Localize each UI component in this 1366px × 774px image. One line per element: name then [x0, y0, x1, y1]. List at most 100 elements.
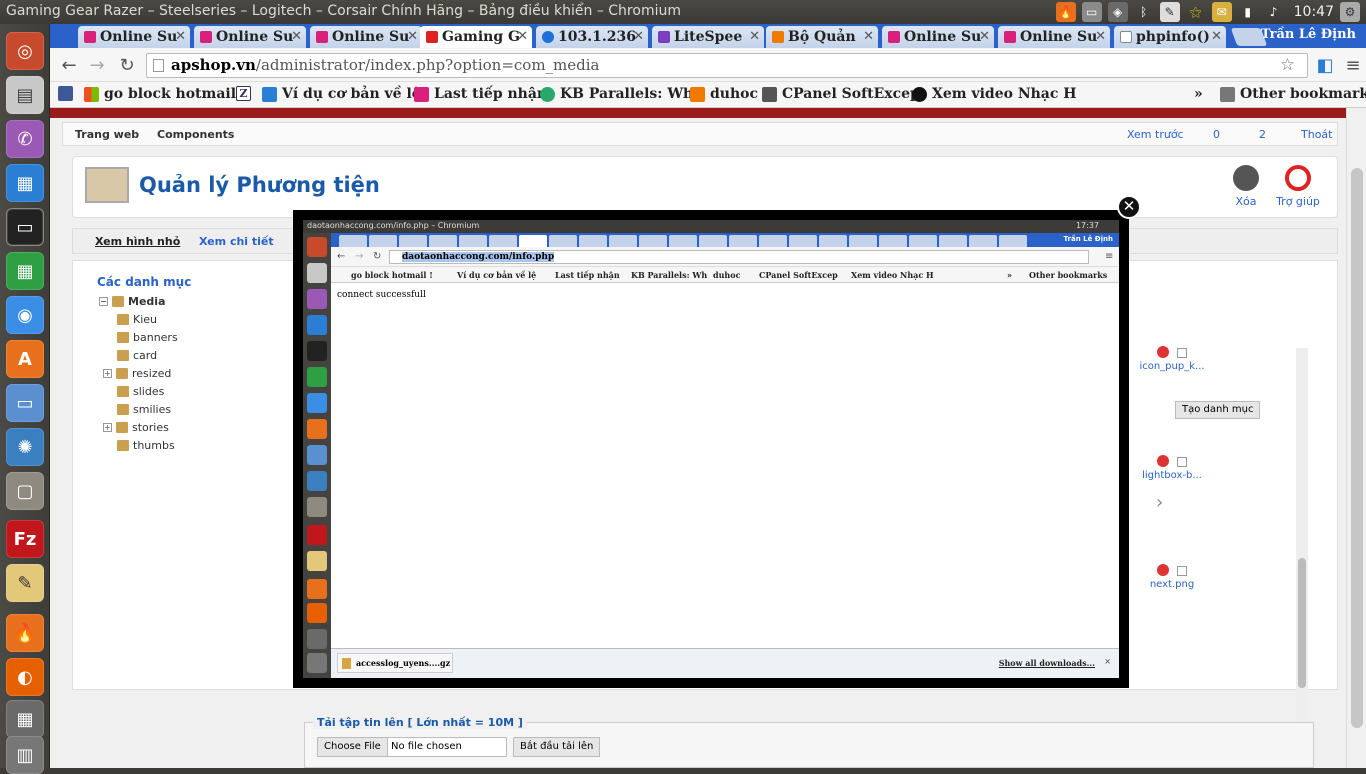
terminal-icon[interactable]: ▭	[6, 208, 44, 246]
help-button[interactable]: Trợ giúp	[1273, 165, 1323, 208]
tab-7[interactable]: Bộ Quản ✕	[766, 26, 878, 48]
close-icon[interactable]: ✕	[1211, 26, 1222, 48]
select-checkbox[interactable]	[1177, 566, 1187, 576]
menu-item-components[interactable]: Components	[157, 128, 234, 141]
file-item[interactable]: icon_pup_k...	[1122, 346, 1222, 372]
gear-icon[interactable]: ⚙	[1340, 2, 1360, 22]
network-icon[interactable]: ◈	[1107, 2, 1128, 22]
bookmarks-overflow[interactable]: »	[1194, 86, 1203, 102]
star-icon[interactable]: ☆	[1280, 54, 1295, 77]
start-upload-button[interactable]: Bắt đầu tải lên	[513, 737, 601, 757]
preview-link[interactable]: Xem trước	[1127, 128, 1184, 141]
text-editor-icon[interactable]: ✎	[6, 564, 44, 602]
other-bookmarks[interactable]: Other bookmarks	[1220, 86, 1366, 102]
menu-item-site[interactable]: Trang web	[75, 128, 139, 141]
filezilla-icon[interactable]: Fz	[6, 520, 44, 558]
ubuntu-dash-icon[interactable]: ◎	[6, 32, 44, 70]
tree-node[interactable]: smilies	[117, 403, 171, 416]
address-bar[interactable]: apshop.vn/administrator/index.php?option…	[146, 53, 1308, 78]
remote-desktop-icon[interactable]: ▭	[6, 384, 44, 422]
expand-icon[interactable]: +	[103, 423, 112, 432]
tab-1[interactable]: Online Su ✕	[78, 26, 190, 48]
tab-8[interactable]: Online Su ✕	[882, 26, 994, 48]
expand-icon[interactable]: +	[103, 369, 112, 378]
page-scrollbar[interactable]	[1346, 108, 1366, 768]
pidgin-icon[interactable]: ✆	[6, 120, 44, 158]
bookmark-2[interactable]: go block hotmail !	[84, 86, 247, 102]
reload-icon[interactable]: ↻	[116, 55, 138, 77]
bookmark-5[interactable]: Last tiếp nhận	[414, 86, 547, 102]
profile-name[interactable]: Trần Lê Định	[1261, 27, 1356, 42]
tree-node-media[interactable]: − Media	[99, 295, 165, 308]
delete-icon[interactable]	[1157, 346, 1169, 358]
close-icon[interactable]: ✕	[517, 26, 528, 48]
tab-details[interactable]: Xem chi tiết	[199, 235, 274, 248]
bookmark-4[interactable]: Ví dụ cơ bản về lệ	[262, 86, 421, 102]
close-icon[interactable]: ✕	[1095, 26, 1106, 48]
bookmark-facebook[interactable]	[58, 86, 73, 101]
tab-10[interactable]: phpinfo() ✕	[1114, 26, 1226, 48]
tree-node[interactable]: Kieu	[117, 313, 157, 326]
tab-9[interactable]: Online Su ✕	[998, 26, 1110, 48]
create-folder-button[interactable]: Tạo danh mục	[1175, 401, 1261, 419]
bluetooth-icon[interactable]: ᛒ	[1134, 2, 1154, 22]
window-icon[interactable]: ▭	[1081, 2, 1102, 22]
tab-4-active[interactable]: Gaming G ✕	[420, 26, 532, 48]
scroll-thumb[interactable]	[1351, 168, 1363, 728]
close-icon[interactable]: ✕	[407, 26, 418, 48]
calc-icon[interactable]: ▦	[6, 252, 44, 290]
close-icon[interactable]: ✕	[979, 26, 990, 48]
volume-icon[interactable]: ♪	[1264, 2, 1284, 22]
close-icon[interactable]: ✕	[749, 26, 760, 48]
bookmark-9[interactable]: Xem video Nhạc H	[912, 86, 1077, 102]
close-icon[interactable]: ✕	[863, 26, 874, 48]
tab-2[interactable]: Online Su ✕	[194, 26, 306, 48]
chromium-icon[interactable]: ◉	[6, 296, 44, 334]
back-icon[interactable]: ←	[58, 55, 80, 77]
files-scrollbar[interactable]	[1296, 348, 1308, 768]
collapse-icon[interactable]: −	[99, 297, 108, 306]
tree-node[interactable]: + stories	[103, 421, 169, 434]
bookmark-8[interactable]: CPanel SoftExcep	[762, 86, 920, 102]
close-icon[interactable]: ✕	[291, 26, 302, 48]
tab-thumbnails[interactable]: Xem hình nhỏ	[95, 235, 180, 248]
flame-app-icon[interactable]: 🔥	[6, 614, 44, 652]
firefox-icon[interactable]: ◐	[6, 658, 44, 696]
chat-icon[interactable]: ✎	[1159, 2, 1180, 22]
scroll-thumb[interactable]	[1298, 558, 1306, 688]
battery-icon[interactable]: ▮	[1238, 2, 1258, 22]
workspace-icon[interactable]: ▦	[6, 700, 44, 738]
delete-icon[interactable]	[1157, 564, 1169, 576]
tree-node[interactable]: card	[117, 349, 157, 362]
shutter-icon[interactable]: ✺	[6, 428, 44, 466]
delete-icon[interactable]	[1157, 455, 1169, 467]
bookmark-3[interactable]: Z	[236, 86, 251, 101]
select-checkbox[interactable]	[1177, 348, 1187, 358]
close-icon[interactable]: ✕	[633, 26, 644, 48]
close-icon[interactable]: ✕	[175, 26, 186, 48]
trash-icon[interactable]: ▥	[6, 736, 44, 774]
messages-count[interactable]: 0	[1213, 128, 1220, 141]
users-count[interactable]: 2	[1259, 128, 1266, 141]
choose-file-button[interactable]: Choose File	[318, 738, 388, 756]
flame-icon[interactable]: 🔥	[1055, 2, 1076, 22]
tab-3[interactable]: Online Su ✕	[310, 26, 422, 48]
bookmark-6[interactable]: KB Parallels: Wh	[540, 86, 693, 102]
file-item[interactable]: next.png	[1122, 564, 1222, 590]
tree-node[interactable]: slides	[117, 385, 164, 398]
tab-5[interactable]: 103.1.236 ✕	[536, 26, 648, 48]
clock[interactable]: 10:47	[1294, 4, 1334, 20]
tree-node[interactable]: + resized	[103, 367, 171, 380]
mail-icon[interactable]: ✉	[1211, 2, 1232, 22]
select-checkbox[interactable]	[1177, 457, 1187, 467]
extension-icon[interactable]: ◧	[1314, 55, 1336, 77]
files-cabinet-icon[interactable]: ▤	[6, 76, 44, 114]
software-center-icon[interactable]: A	[6, 340, 44, 378]
bookmark-7[interactable]: duhoc	[690, 86, 758, 102]
lightbox-close-button[interactable]: ✕	[1117, 195, 1141, 219]
tree-node[interactable]: thumbs	[117, 439, 175, 452]
delete-button[interactable]: Xóa	[1221, 165, 1271, 208]
file-input[interactable]: Choose File No file chosen	[317, 737, 507, 757]
share-icon[interactable]: ⚝	[1186, 2, 1206, 22]
tab-6[interactable]: LiteSpee ✕	[652, 26, 764, 48]
